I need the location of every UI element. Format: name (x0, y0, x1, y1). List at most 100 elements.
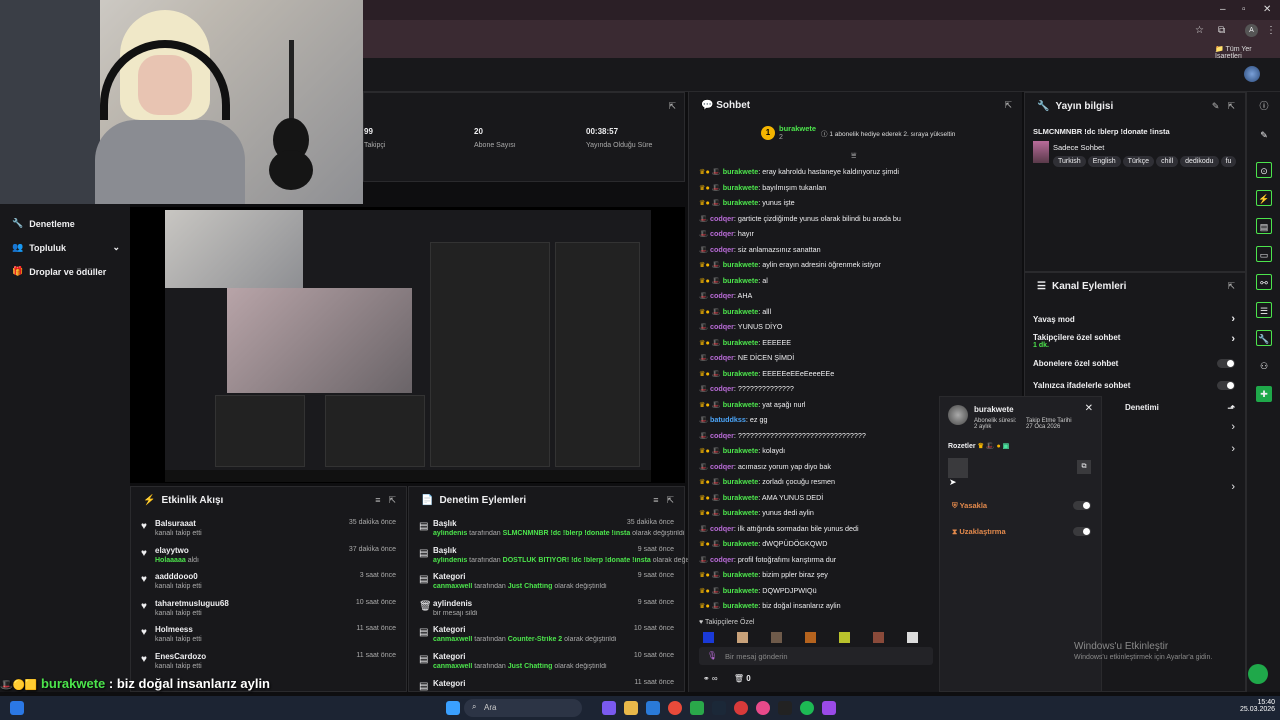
connection-icon[interactable]: ⚭ ∞ (703, 674, 718, 683)
chat-message[interactable]: 🎩 codqer: ?????????????? (699, 384, 1012, 393)
profile-icon[interactable]: A (1245, 24, 1258, 37)
timeout-row[interactable]: ⧗ Uzaklaştırma (952, 527, 1091, 537)
chat-message[interactable]: 🎩 codqer: NE DİCEN ŞİMDİ (699, 353, 1012, 362)
chat-username[interactable]: burakwete (723, 276, 759, 285)
emote-icon[interactable] (805, 632, 816, 643)
action-subscribers-only[interactable]: Abonelere özel sohbet (1033, 359, 1235, 368)
clock[interactable]: 15:40 25.03.2026 (1240, 699, 1275, 713)
chevron-right-icon[interactable]: › (1231, 421, 1235, 433)
toggle-switch[interactable] (1073, 527, 1091, 536)
chat-username[interactable]: burakwete (723, 539, 759, 548)
app-icon[interactable] (734, 701, 748, 715)
add-icon[interactable]: ✚ (1256, 386, 1272, 402)
mic-icon[interactable]: 🎙 (707, 651, 717, 660)
action-slow-mode[interactable]: Yavaş mod › (1033, 313, 1235, 325)
chat-username[interactable]: codqer (710, 214, 734, 223)
chat-message[interactable]: 🎩 codqer: garticte çizdiğimde yunus olar… (699, 214, 1012, 223)
chat-username[interactable]: burakwete (723, 477, 759, 486)
app-icon[interactable] (690, 701, 704, 715)
list-item[interactable]: ♥ Holmeess kanalı takip etti 11 saat önce (141, 625, 396, 651)
chat-username[interactable]: burakwete (723, 338, 759, 347)
chat-username[interactable]: burakwete (723, 369, 759, 378)
chat-username[interactable]: codqer (710, 245, 734, 254)
chat-username[interactable]: codqer (710, 462, 734, 471)
emote-icon[interactable] (771, 632, 782, 643)
emote-icon[interactable] (873, 632, 884, 643)
ban-row[interactable]: ⛨ Yasakla (952, 501, 1091, 511)
chat-username[interactable]: codqer (710, 524, 734, 533)
tag[interactable]: Turkish (1053, 156, 1086, 167)
chat-message[interactable]: ♛● 🎩 burakwete: EEEEEE (699, 338, 1012, 347)
pencil-icon[interactable]: ✎ (1256, 127, 1272, 143)
list-item[interactable]: ▤ Başlık aylindenis tarafından SLMCNMNBR !… (419, 519, 684, 545)
app-icon[interactable] (822, 701, 836, 715)
user-card-name[interactable]: burakwete (974, 405, 1014, 414)
action-followers-only[interactable]: Takipçilere özel sohbet 1 dk. › (1033, 333, 1235, 349)
chat-message[interactable]: ♛● 🎩 burakwete: eray kahroldu hastaneye … (699, 167, 1012, 176)
start-icon[interactable] (446, 701, 460, 715)
chat-icon[interactable]: ▭ (1256, 246, 1272, 262)
toggle-switch[interactable] (1217, 359, 1235, 368)
toggle-switch[interactable] (1217, 381, 1235, 390)
popout-icon[interactable]: ⇱ (666, 495, 674, 506)
tag[interactable]: fu (1220, 156, 1237, 167)
chat-username[interactable]: burakwete (723, 508, 759, 517)
popout-icon[interactable]: ⇱ (1227, 101, 1235, 112)
emote-icon[interactable] (839, 632, 850, 643)
chat-message[interactable]: ♛● 🎩 burakwete: alll (699, 307, 1012, 316)
scroll-top-icon[interactable]: ⩸ (851, 150, 856, 161)
chat-username[interactable]: codqer (710, 291, 734, 300)
list-item[interactable]: ♥ taharetmusluguu68 kanalı takip etti 10 sa… (141, 599, 396, 625)
app-icon[interactable] (602, 701, 616, 715)
chat-message[interactable]: 🎩 codqer: YUNUS DİYO (699, 322, 1012, 331)
chat-username[interactable]: burakwete (723, 198, 759, 207)
chat-message[interactable]: 🎩 codqer: hayır (699, 229, 1012, 238)
mod-user[interactable]: canmaxwell (433, 636, 472, 643)
floating-action-icon[interactable] (1248, 664, 1268, 684)
toggle-switch[interactable] (1073, 501, 1091, 510)
list-item[interactable]: ▤ Kategori canmaxwell tarafından Just Chat… (419, 652, 674, 678)
mod-user[interactable]: aylindenis (433, 557, 467, 564)
chat-username[interactable]: burakwete (723, 307, 759, 316)
mod-action-button[interactable] (948, 458, 968, 478)
chat-message[interactable]: ♛● 🎩 burakwete: bayılmışım tukanlan (699, 183, 1012, 192)
tag[interactable]: Türkçe (1122, 156, 1155, 167)
app-icon[interactable] (778, 701, 792, 715)
people-icon[interactable]: ⚇ (1256, 358, 1272, 374)
mod-user[interactable]: aylindenis (433, 530, 467, 537)
store-icon[interactable] (646, 701, 660, 715)
popout-icon[interactable]: ⇱ (1004, 100, 1012, 111)
chat-username[interactable]: batuddkss (710, 415, 746, 424)
list-icon[interactable]: ☰ (1256, 302, 1272, 318)
popout-icon[interactable]: ⇱ (668, 101, 676, 112)
chat-message[interactable]: ♛● 🎩 burakwete: aylin erayın adresini öğ… (699, 260, 1012, 269)
emote-icon[interactable] (737, 632, 748, 643)
menu-icon[interactable]: ⋮ (1266, 25, 1276, 36)
pinned-gift-bar[interactable]: 1 burakwete 2 ⓘ 1 abonelik hediye ederek… (761, 124, 1011, 146)
popout-icon[interactable]: ⇱ (1227, 281, 1235, 292)
list-item[interactable]: 🗑 aylindenis bir mesajı sildi 9 saat önce (419, 599, 674, 625)
link-icon[interactable]: ⚯ (1256, 274, 1272, 290)
chat-message[interactable]: ♛● 🎩 burakwete: EEEEEeEEeEeeeEEe (699, 369, 1012, 378)
folder-icon[interactable] (624, 701, 638, 715)
tag[interactable]: dedikodu (1180, 156, 1219, 167)
chat-username[interactable]: burakwete (723, 570, 759, 579)
feed-user[interactable]: taharetmusluguu68 (155, 599, 229, 608)
star-icon[interactable]: ☆ (1195, 25, 1204, 36)
bottle-icon[interactable]: 🗑 (734, 674, 744, 683)
chat-username[interactable]: burakwete (723, 400, 759, 409)
chat-message[interactable]: ♛● 🎩 burakwete: al (699, 276, 1012, 285)
taskbar-search[interactable]: ⌕ Ara (464, 699, 582, 717)
list-item[interactable]: ♥ aadddooo0 kanalı takip etti 3 saat önce (141, 572, 396, 598)
chat-username[interactable]: burakwete (723, 260, 759, 269)
copy-icon[interactable]: ⧉ (1077, 460, 1091, 474)
emote-icon[interactable] (907, 632, 918, 643)
wrench-icon[interactable]: 🔧 (1256, 330, 1272, 346)
action-emotes-only[interactable]: Yalnızca ifadelerle sohbet (1033, 381, 1235, 390)
feed-user[interactable]: Balsuraaat (155, 519, 196, 528)
chat-input[interactable]: 🎙 Bir mesaj gönderin (699, 647, 933, 665)
chat-username[interactable]: burakwete (723, 446, 759, 455)
maximize-icon[interactable]: ▫ (1242, 4, 1246, 15)
feed-user[interactable]: Holmeess (155, 625, 193, 634)
chevron-right-icon[interactable]: › (1231, 481, 1235, 493)
